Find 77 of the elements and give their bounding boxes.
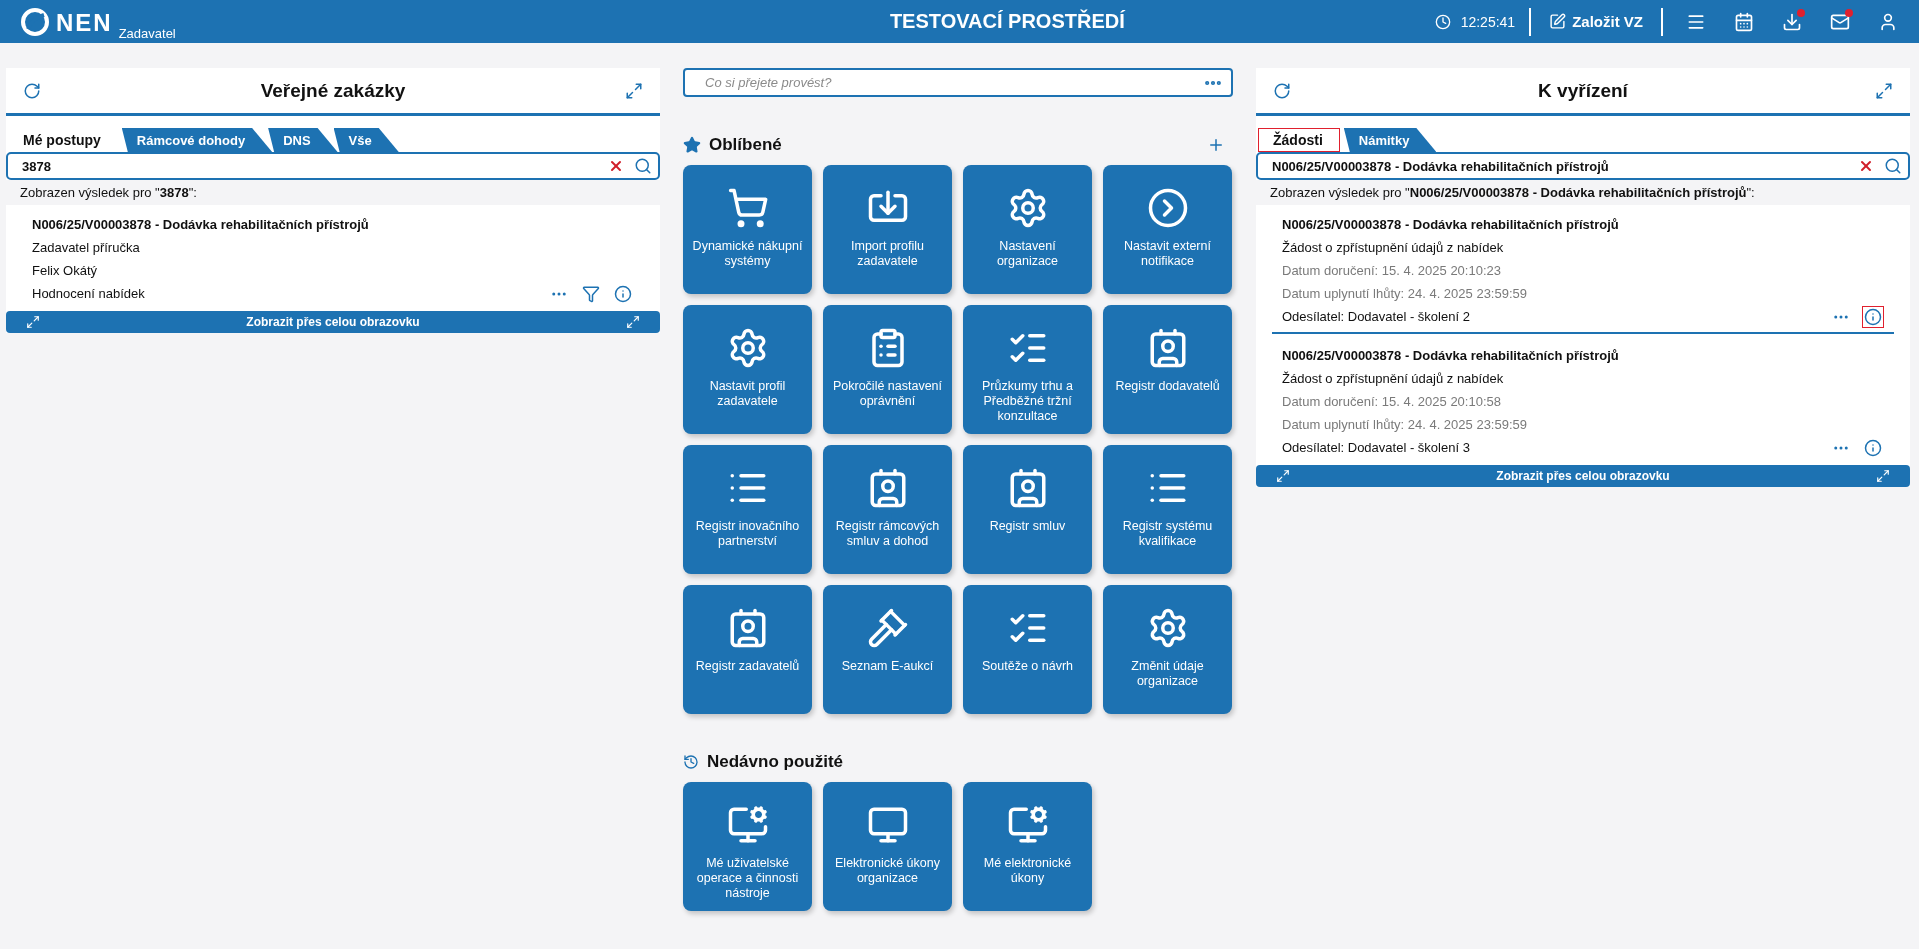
item-text: Zadavatel příručka — [32, 239, 140, 257]
info-icon[interactable] — [1862, 305, 1884, 328]
tab[interactable]: Žádosti — [1258, 128, 1340, 152]
logo-icon — [20, 6, 50, 37]
result-note: Zobrazen výsledek pro "3878": — [6, 180, 660, 205]
clock-icon — [1434, 13, 1451, 30]
shortcut-tile[interactable]: Nastavit profil zadavatele — [683, 305, 812, 434]
tab[interactable]: DNS — [268, 128, 338, 152]
clear-icon[interactable] — [608, 158, 624, 174]
shortcut-tile[interactable]: Import profilu zadavatele — [823, 165, 952, 294]
expand-icon — [626, 315, 640, 329]
user-icon[interactable] — [1878, 11, 1898, 32]
download-icon[interactable] — [1782, 11, 1802, 32]
shortcut-tile[interactable]: Registr systému kvalifikace — [1103, 445, 1232, 574]
fullscreen-button[interactable]: Zobrazit přes celou obrazovku — [6, 311, 660, 333]
item-text: Datum doručení: 15. 4. 2025 20:10:23 — [1282, 262, 1501, 280]
clear-icon[interactable] — [1858, 158, 1874, 174]
result-note: Zobrazen výsledek pro "N006/25/V00003878 - Dodávka rehabilitačních přístrojů": — [1256, 180, 1910, 205]
shortcut-tile[interactable]: Mé elektronické úkony — [963, 782, 1092, 911]
shortcut-tile[interactable]: Registr rámcových smluv a dohod — [823, 445, 952, 574]
edit-icon — [1549, 13, 1567, 30]
item-text: Datum uplynutí lhůty: 24. 4. 2025 23:59:59 — [1282, 285, 1527, 303]
shortcut-tile[interactable]: Nastavit externí notifikace — [1103, 165, 1232, 294]
section-title: Oblíbené — [709, 135, 782, 155]
item-title[interactable]: N006/25/V00003878 - Dodávka rehabilitačních přístrojů — [1282, 213, 1884, 236]
item-text: Datum doručení: 15. 4. 2025 20:10:58 — [1282, 393, 1501, 411]
shortcut-tile[interactable]: Seznam E-aukcí — [823, 585, 952, 714]
calendar-icon[interactable] — [1734, 11, 1754, 32]
panel-title: Veřejné zakázky — [260, 79, 406, 102]
action-search-field[interactable]: Co si přejete provést? — [683, 68, 1233, 97]
monitor-icon — [726, 804, 769, 846]
shortcut-tile[interactable]: Registr smluv — [963, 445, 1092, 574]
item-title[interactable]: N006/25/V00003878 - Dodávka rehabilitačních přístrojů — [32, 213, 634, 236]
fullscreen-button[interactable]: Zobrazit přes celou obrazovku — [1256, 465, 1910, 487]
search-icon[interactable] — [634, 157, 652, 175]
item-text: Datum uplynutí lhůty: 24. 4. 2025 23:59:59 — [1282, 416, 1527, 434]
logo-subtitle: Zadavatel — [118, 25, 176, 41]
shortcut-tile[interactable]: Registr dodavatelů — [1103, 305, 1232, 434]
panel-title: K vyřízení — [1538, 79, 1628, 102]
shortcut-tile[interactable]: Soutěže o návrh — [963, 585, 1092, 714]
history-icon — [683, 754, 699, 770]
shortcut-tile[interactable]: Pokročilé nastavení oprávnění — [823, 305, 952, 434]
expand-icon — [1276, 469, 1290, 483]
tab[interactable]: Rámcové dohody — [121, 128, 273, 152]
section-title: Nedávno použité — [707, 752, 843, 772]
create-button[interactable]: Založit VZ — [1545, 9, 1647, 34]
item-text: Hodnocení nabídek — [32, 285, 145, 303]
shortcut-tile[interactable]: Mé uživatelské operace a činnosti nástroje — [683, 782, 812, 911]
item-text: Žádost o zpřístupnění údajů z nabídek — [1282, 370, 1504, 388]
expand-icon — [1876, 469, 1890, 483]
star-icon — [683, 136, 701, 154]
search-icon[interactable] — [1884, 157, 1902, 175]
shortcut-tile[interactable]: Registr zadavatelů — [683, 585, 812, 714]
clock-time: 12:25:41 — [1460, 13, 1516, 30]
item-title[interactable]: N006/25/V00003878 - Dodávka rehabilitačních přístrojů — [1282, 344, 1884, 367]
shortcut-tile[interactable]: Dynamické nákupní systémy — [683, 165, 812, 294]
cart-icon — [726, 187, 769, 229]
chevron-circle-icon — [1146, 187, 1189, 229]
shortcut-tile[interactable]: Nastavení organizace — [963, 165, 1092, 294]
logo-text: NEN — [56, 8, 113, 37]
shortcut-tile[interactable]: Registr inovačního partnerství — [683, 445, 812, 574]
monitor-icon — [1006, 804, 1049, 846]
gavel-icon — [866, 607, 909, 649]
environment-title: TESTOVACÍ PROSTŘEDÍ — [888, 10, 1126, 33]
expand-icon — [26, 315, 40, 329]
shortcut-tile[interactable]: Změnit údaje organizace — [1103, 585, 1232, 714]
add-icon[interactable] — [1207, 136, 1225, 154]
item-text: Felix Okátý — [32, 262, 97, 280]
search-field[interactable]: 3878 — [6, 152, 660, 180]
search-field[interactable]: N006/25/V00003878 - Dodávka rehabilitačních přístrojů — [1256, 152, 1910, 180]
item-text: Odesílatel: Dodavatel - školení 3 — [1282, 439, 1470, 457]
item-text: Odesílatel: Dodavatel - školení 2 — [1282, 308, 1470, 326]
tab[interactable]: Námitky — [1343, 128, 1437, 152]
shortcut-tile[interactable]: Elektronické úkony organizace — [823, 782, 952, 911]
item-text: Žádost o zpřístupnění údajů z nabídek — [1282, 239, 1504, 257]
shortcut-tile[interactable]: Průzkumy trhu a Předběžné tržní konzultace — [963, 305, 1092, 434]
tab[interactable]: Vše — [333, 128, 399, 152]
